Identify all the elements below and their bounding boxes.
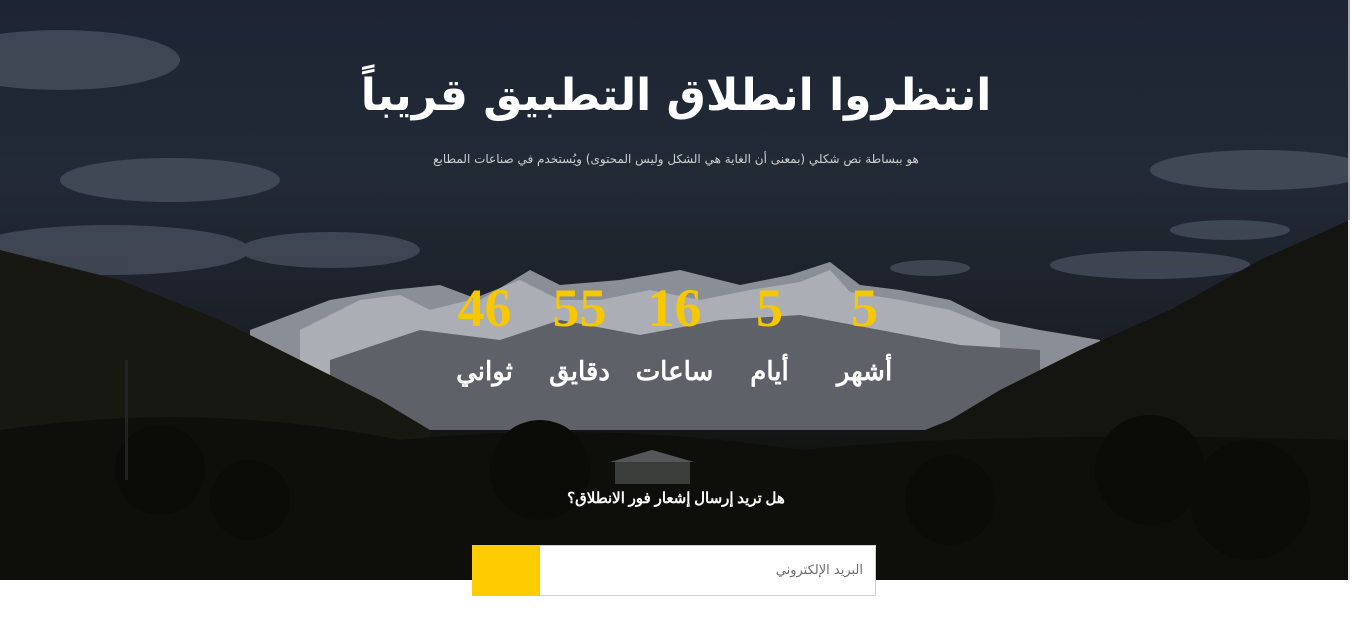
- countdown-seconds: 46 ثواني: [437, 278, 532, 387]
- notify-form: [472, 545, 876, 596]
- countdown-days: 5 أيام: [722, 278, 817, 387]
- days-value: 5: [756, 278, 783, 338]
- seconds-value: 46: [457, 278, 512, 338]
- minutes-label: دقايق: [549, 357, 610, 386]
- hours-label: ساعات: [635, 357, 714, 386]
- page-subtitle: هو ببساطة نص شكلي (بمعنى أن الغاية هي ال…: [433, 152, 919, 166]
- months-label: أشهر: [836, 357, 893, 386]
- notify-question: هل تريد إرسال إشعار فور الانطلاق؟: [567, 491, 785, 507]
- page-title: انتظروا انطلاق التطبيق قريباً: [360, 70, 992, 121]
- months-value: 5: [851, 278, 878, 338]
- email-input[interactable]: [539, 545, 876, 596]
- minutes-value: 55: [552, 278, 607, 338]
- submit-button[interactable]: [472, 545, 540, 596]
- days-label: أيام: [750, 357, 789, 386]
- countdown-hours: 16 ساعات: [627, 278, 722, 387]
- seconds-label: ثواني: [456, 357, 513, 386]
- countdown-minutes: 55 دقايق: [532, 278, 627, 387]
- countdown-months: 5 أشهر: [817, 278, 912, 387]
- hours-value: 16: [647, 278, 702, 338]
- countdown-timer: 5 أشهر 5 أيام 16 ساعات 55 دقايق 46 ثواني: [437, 278, 912, 387]
